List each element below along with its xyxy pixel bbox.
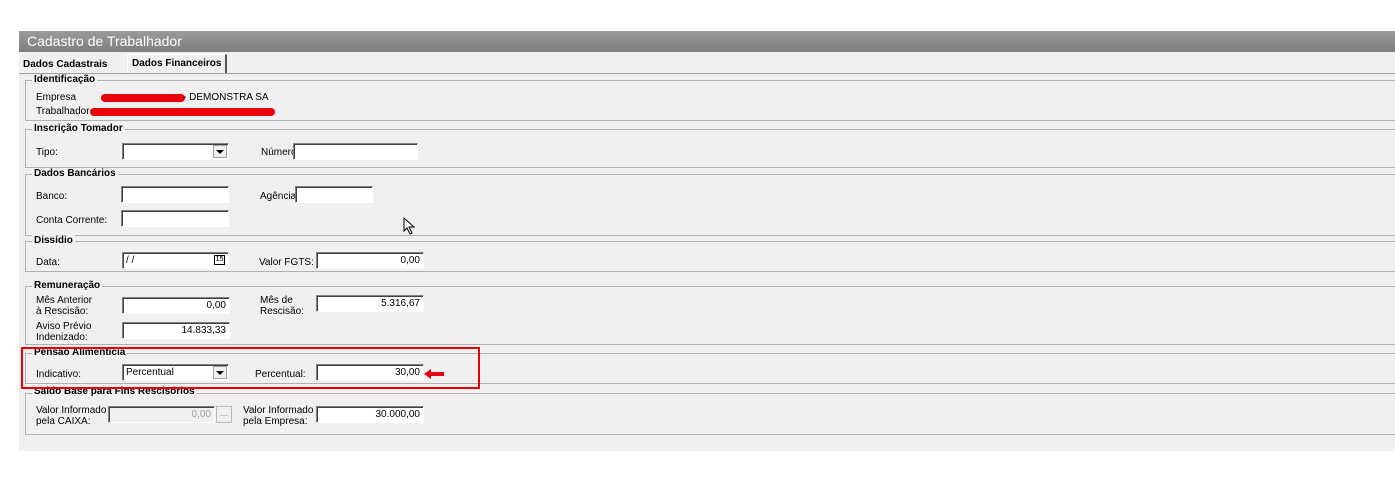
valor-caixa-lookup-button[interactable]: ... (216, 406, 232, 423)
valor-caixa-label-line1: Valor Informado (36, 405, 107, 416)
tab-divider (19, 73, 1395, 74)
empresa-value: - DEMONSTRA SA (183, 92, 269, 103)
group-remuneracao: Remuneração Mês Anterior à Rescisão: 0,0… (25, 280, 1395, 345)
red-arrow-icon (424, 369, 444, 379)
tipo-label: Tipo: (36, 147, 58, 158)
window-title: Cadastro de Trabalhador (19, 31, 1395, 52)
trabalhador-label: Trabalhador (36, 106, 90, 117)
aviso-previo-label-line2: Indenizado: (36, 332, 88, 343)
chevron-down-icon[interactable] (213, 145, 227, 158)
banco-label: Banco: (36, 191, 68, 202)
mes-rescisao-input[interactable]: 5.316,67 (316, 295, 424, 312)
valor-empresa-label-line2: pela Empresa: (243, 416, 308, 427)
redaction-mark (90, 108, 275, 116)
tab-dados-cadastrais[interactable]: Dados Cadastrais (19, 57, 111, 73)
group-dados-bancarios: Dados Bancários Banco: Agência: Conta Co… (25, 168, 1395, 236)
aviso-previo-input[interactable]: 14.833,33 (122, 322, 230, 339)
conta-corrente-input[interactable] (121, 210, 229, 227)
calendar-icon[interactable]: 15 (214, 255, 225, 265)
empresa-label: Empresa (36, 92, 77, 103)
valor-empresa-input[interactable]: 30.000,00 (316, 406, 424, 423)
mes-anterior-label-line1: Mês Anterior (36, 295, 93, 306)
tipo-select[interactable] (122, 143, 229, 160)
valor-caixa-input[interactable]: 0,00 (108, 406, 215, 423)
aviso-previo-label-line1: Aviso Prévio (36, 321, 92, 332)
group-legend-remuneracao: Remuneração (32, 280, 103, 292)
valor-caixa-label-line2: pela CAIXA: (36, 416, 91, 427)
conta-corrente-label: Conta Corrente: (36, 215, 108, 226)
group-inscricao-tomador: Inscrição Tomador Tipo: Número: (25, 123, 1395, 168)
group-saldo-base: Saldo Base para Fins Rescisórios Valor I… (25, 386, 1395, 435)
data-label: Data: (36, 257, 60, 268)
valor-empresa-label-line1: Valor Informado (243, 405, 314, 416)
group-legend-bancarios: Dados Bancários (32, 168, 118, 180)
data-value: / / (126, 255, 135, 266)
group-legend-dissidio: Dissídio (32, 235, 75, 247)
group-legend-identificacao: Identificação (32, 74, 98, 86)
cadastro-trabalhador-window: Cadastro de Trabalhador Dados Cadastrais… (19, 31, 1395, 451)
pensao-highlight-box (21, 347, 480, 389)
group-identificacao: Identificação Empresa - DEMONSTRA SA Tra… (25, 74, 1395, 121)
mes-anterior-label-line2: à Rescisão: (36, 306, 89, 317)
agencia-label: Agência: (260, 191, 299, 202)
group-legend-inscricao: Inscrição Tomador (32, 123, 125, 135)
mouse-pointer-icon (403, 217, 416, 235)
mes-rescisao-label-line2: Rescisão: (260, 306, 304, 317)
tab-dados-financeiros[interactable]: Dados Financeiros (127, 54, 228, 74)
redaction-mark (101, 94, 185, 102)
banco-input[interactable] (121, 186, 229, 203)
numero-input[interactable] (293, 143, 418, 160)
data-input[interactable]: / / 15 (122, 252, 229, 269)
tab-bar: Dados Cadastrais Dados Financeiros (19, 54, 1395, 74)
group-dissidio: Dissídio Data: / / 15 Valor FGTS: 0,00 (25, 235, 1395, 272)
agencia-input[interactable] (295, 186, 373, 203)
mes-rescisao-label-line1: Mês de (260, 295, 293, 306)
valor-fgts-input[interactable]: 0,00 (316, 252, 424, 269)
valor-fgts-label: Valor FGTS: (259, 257, 314, 268)
mes-anterior-input[interactable]: 0,00 (122, 297, 230, 314)
